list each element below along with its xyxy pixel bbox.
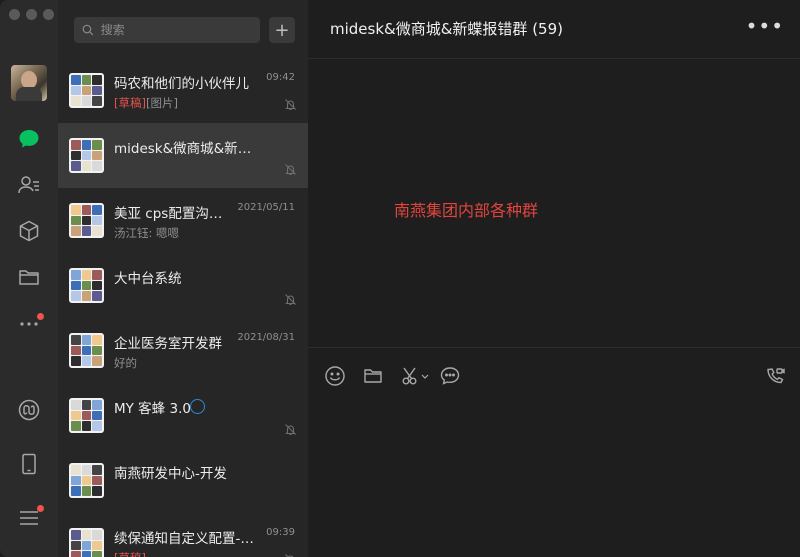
group-avatar <box>69 398 104 433</box>
conversation-name: 南燕研发中心-开发 <box>114 466 227 482</box>
mute-bell-icon <box>284 161 297 176</box>
mute-bell-icon <box>284 291 297 306</box>
video-call-icon[interactable] <box>764 365 786 387</box>
search-icon <box>82 24 94 36</box>
chat-more-icon[interactable]: ••• <box>746 16 784 36</box>
window-controls <box>9 9 54 20</box>
conversation-time: 2021/08/31 <box>237 332 295 343</box>
chat-center-text: 南燕集团内部各种群 <box>394 201 539 220</box>
group-avatar <box>69 138 104 173</box>
list-item[interactable]: 南燕研发中心-开发 <box>58 448 308 513</box>
conversation-name: 大中台系统 <box>114 271 182 287</box>
conversation-time: 09:42 <box>266 72 295 83</box>
preview-text: 汤江钰: 嗯嗯 <box>114 226 180 240</box>
menu-badge <box>37 505 44 512</box>
plus-icon: + <box>274 19 290 41</box>
preview-text: 好的 <box>114 356 137 370</box>
chat-bubble-icon[interactable] <box>439 365 461 387</box>
list-item[interactable]: 企业医务室开发群 2021/08/31 好的 <box>58 318 308 383</box>
search-input[interactable] <box>98 22 260 38</box>
group-avatar <box>69 528 104 557</box>
minimize-window-button[interactable] <box>26 9 37 20</box>
group-avatar <box>69 333 104 368</box>
list-item[interactable]: 续保通知自定义配置-… 09:39 [草稿] <box>58 513 308 557</box>
group-avatar <box>69 203 104 238</box>
group-avatar <box>69 73 104 108</box>
mute-bell-icon <box>284 421 297 436</box>
conversation-preview: 好的 <box>114 355 137 371</box>
cube-icon[interactable] <box>15 217 43 245</box>
chat-title: midesk&微商城&新蝶报错群 (59) <box>330 20 563 38</box>
conversation-items: 码农和他们的小伙伴儿09:42[草稿][图片]midesk&微商城&新蝶报错群美… <box>58 58 308 557</box>
conversation-preview: 汤江钰: 嗯嗯 <box>114 225 179 241</box>
group-avatar <box>69 268 104 303</box>
more-badge <box>37 313 44 320</box>
list-item[interactable]: MY 客蜂 3.0 <box>58 383 308 448</box>
folder-icon[interactable] <box>15 263 43 291</box>
conversation-preview: [草稿][图片] <box>114 95 178 111</box>
list-item[interactable]: 码农和他们的小伙伴儿 09:42 [草稿][图片] <box>58 58 308 123</box>
close-window-button[interactable] <box>9 9 20 20</box>
conversation-name: midesk&微商城&新蝶报错群 <box>114 141 256 157</box>
add-button[interactable]: + <box>269 17 295 43</box>
chevron-down-icon[interactable] <box>420 365 430 387</box>
conversation-name: 企业医务室开发群 <box>114 336 222 352</box>
scissors-icon[interactable] <box>400 365 422 387</box>
draft-label: [草稿] <box>114 551 146 557</box>
chat-icon[interactable] <box>15 125 43 153</box>
phone-icon[interactable] <box>15 450 43 478</box>
emoji-badge-icon <box>190 399 205 414</box>
search-bar: + <box>58 0 308 58</box>
conversation-list: + 码农和他们的小伙伴儿09:42[草稿][图片]midesk&微商城&新蝶报错… <box>58 0 308 557</box>
folder-icon[interactable] <box>362 365 384 387</box>
search-box[interactable] <box>74 17 260 43</box>
emoji-icon[interactable] <box>324 365 346 387</box>
chat-pane: midesk&微商城&新蝶报错群 (59) ••• 南燕集团内部各种群 <box>308 0 800 557</box>
conversation-preview: [草稿] <box>114 550 146 557</box>
preview-text: [图片] <box>145 96 178 110</box>
list-item[interactable]: 大中台系统 <box>58 253 308 318</box>
list-item[interactable]: 美亚 cps配置沟… 2021/05/11 汤江钰: 嗯嗯 <box>58 188 308 253</box>
mute-bell-icon <box>284 96 297 111</box>
mute-bell-icon <box>284 551 297 557</box>
nav-rail <box>0 0 58 557</box>
conversation-name: 码农和他们的小伙伴儿 <box>114 76 249 92</box>
conversation-time: 09:39 <box>266 527 295 538</box>
conversation-name: MY 客蜂 3.0 <box>114 401 191 417</box>
conversation-time: 2021/05/11 <box>237 202 295 213</box>
group-avatar <box>69 463 104 498</box>
message-composer[interactable] <box>308 347 800 557</box>
list-item[interactable]: midesk&微商城&新蝶报错群 <box>58 123 308 188</box>
contacts-icon[interactable] <box>15 171 43 199</box>
chat-header: midesk&微商城&新蝶报错群 (59) ••• <box>308 0 800 59</box>
avatar[interactable] <box>11 65 47 101</box>
conversation-name: 续保通知自定义配置-… <box>114 531 254 547</box>
wechat-window: + 码农和他们的小伙伴儿09:42[草稿][图片]midesk&微商城&新蝶报错… <box>0 0 800 557</box>
miniprogram-icon[interactable] <box>15 396 43 424</box>
conversation-name: 美亚 cps配置沟… <box>114 206 223 222</box>
draft-label: [草稿] <box>114 96 146 110</box>
zoom-window-button[interactable] <box>43 9 54 20</box>
